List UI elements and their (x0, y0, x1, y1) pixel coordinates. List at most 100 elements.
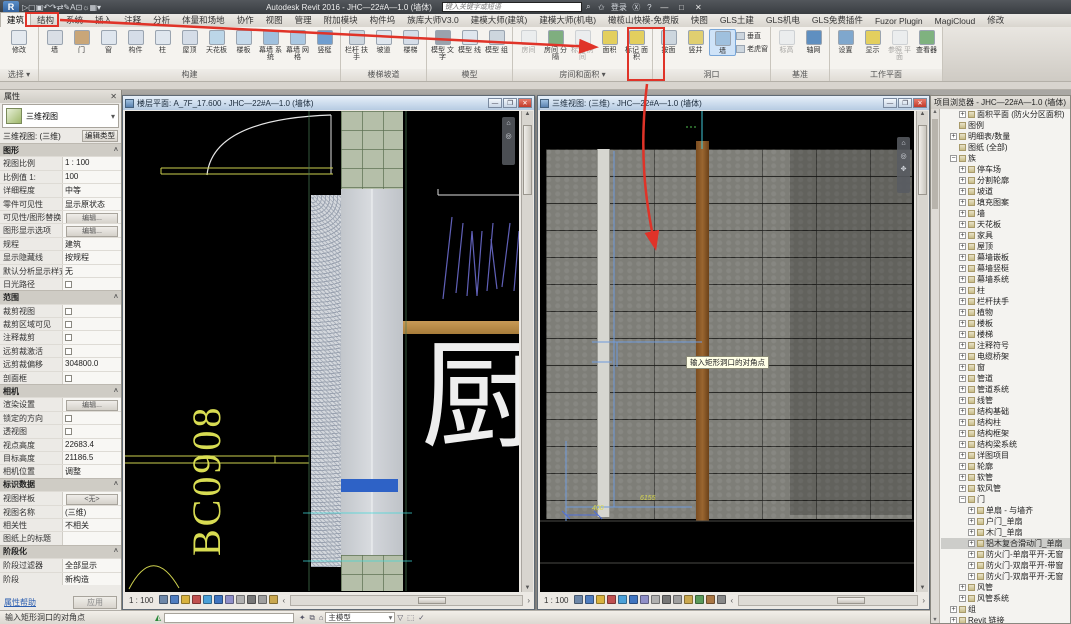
properties-header[interactable]: 属性 ✕ (0, 90, 121, 103)
property-value[interactable]: 22683.4 (62, 438, 121, 451)
view-control-icon-7[interactable] (651, 595, 661, 604)
property-checkbox[interactable] (65, 414, 72, 422)
tree-item-Revit 链接[interactable]: + Revit 链接 (941, 615, 1070, 623)
expand-icon[interactable]: + (968, 529, 975, 536)
ribbon-button-标记面积[interactable]: 标记 面积 (623, 29, 650, 61)
expand-icon[interactable]: + (959, 419, 966, 426)
view-control-icon-1[interactable] (170, 595, 180, 604)
browser-scrollbar[interactable]: ▲ ▼ (931, 109, 940, 623)
collapse-icon[interactable]: ˄ (114, 481, 118, 488)
expand-icon[interactable]: + (959, 595, 966, 602)
property-group-相机[interactable]: 相机 ˄ (0, 384, 121, 398)
scroll-left-icon[interactable]: ‹ (730, 596, 733, 605)
expand-icon[interactable]: + (959, 375, 966, 382)
property-value[interactable] (62, 425, 121, 438)
tab-GLS土建[interactable]: GLS土建 (714, 13, 760, 27)
ribbon-button-竖梃[interactable]: 竖梃 (311, 29, 338, 54)
minimize-icon[interactable]: — (883, 98, 897, 108)
tree-item-幕墙竖梃[interactable]: + 幕墙竖梃 (941, 263, 1070, 274)
tab-建筑[interactable]: 建筑 (0, 12, 32, 27)
qat-icon-4[interactable]: ↷ (50, 3, 57, 12)
property-value[interactable] (62, 411, 121, 425)
expand-icon[interactable]: + (959, 199, 966, 206)
tree-item-结构梁系统[interactable]: + 结构梁系统 (941, 439, 1070, 450)
property-value[interactable]: 无 (62, 264, 121, 277)
ribbon-button-天花板[interactable]: 天花板 (203, 29, 230, 54)
ribbon-button-楼梯[interactable]: 楼梯 (397, 29, 424, 54)
expand-icon[interactable]: + (959, 210, 966, 217)
close-icon[interactable]: ✕ (110, 92, 117, 101)
tab-建模大师(机电)[interactable]: 建模大师(机电) (533, 13, 602, 27)
scroll-right-icon[interactable]: › (527, 596, 530, 605)
tab-结构[interactable]: 结构 (31, 13, 60, 27)
ribbon-button-面积[interactable]: 面积 (596, 29, 623, 54)
tree-item-软风管[interactable]: + 软风管 (941, 483, 1070, 494)
ribbon-button-楼板[interactable]: 楼板 (230, 29, 257, 54)
ribbon-button-构件[interactable]: 构件 (122, 29, 149, 54)
floor-plan-canvas[interactable]: BC0908 厨 ⌂ ◎ (125, 111, 519, 592)
collapse-icon[interactable]: ˄ (114, 548, 118, 555)
tab-构件坞[interactable]: 构件坞 (364, 13, 402, 27)
ribbon-button-柱[interactable]: 柱 (149, 29, 176, 54)
tab-GLS机电[interactable]: GLS机电 (760, 13, 806, 27)
tree-item-面积平面 (防火分区面积)[interactable]: + 面积平面 (防火分区面积) (941, 109, 1070, 120)
tab-体量和场地[interactable]: 体量和场地 (176, 13, 231, 27)
property-value[interactable]: 不相关 (62, 518, 121, 532)
tree-item-植物[interactable]: + 植物 (941, 307, 1070, 318)
expand-icon[interactable]: + (959, 298, 966, 305)
collapse-icon[interactable]: − (959, 496, 966, 503)
collapse-icon[interactable]: − (950, 155, 957, 162)
property-edit-button[interactable]: 编辑... (66, 400, 118, 411)
tree-item-天花板[interactable]: + 天花板 (941, 219, 1070, 230)
vertical-scrollbar[interactable]: ▲ ▼ (916, 111, 928, 592)
ribbon-button-参照平面[interactable]: 参照 平面 (886, 29, 913, 61)
ribbon-button-坡道[interactable]: 坡道 (370, 29, 397, 54)
ribbon-button-竖井[interactable]: 竖井 (682, 29, 709, 54)
exchange-apps-icon[interactable]: Ⓧ (630, 2, 643, 13)
property-value[interactable]: 编辑... (62, 224, 121, 237)
tree-item-风管[interactable]: + 风管 (941, 582, 1070, 593)
qat-icon-11[interactable]: ▾ (97, 3, 101, 12)
ribbon-button-幕墙网格[interactable]: 幕墙 网格 (284, 29, 311, 61)
property-value[interactable]: 中等 (62, 184, 121, 197)
expand-icon[interactable]: + (959, 408, 966, 415)
expand-icon[interactable]: + (968, 540, 975, 547)
property-edit-button[interactable]: 编辑... (66, 212, 118, 224)
tab-视图[interactable]: 视图 (260, 13, 289, 27)
status-right-icon-0[interactable]: ▽ (397, 613, 403, 622)
qat-icon-10[interactable]: ▦ (89, 3, 97, 12)
expand-icon[interactable]: + (950, 606, 957, 613)
view-control-icon-5[interactable] (629, 595, 639, 604)
view-control-icon-10[interactable] (269, 595, 279, 604)
tree-item-户门_单扇[interactable]: + 户门_单扇 (941, 516, 1070, 527)
search-icon[interactable]: ⌕ (582, 2, 595, 12)
status-right-icon-2[interactable]: ✓ (418, 613, 424, 622)
tab-GLS免费插件[interactable]: GLS免费插件 (806, 13, 869, 27)
tree-item-注释符号[interactable]: + 注释符号 (941, 340, 1070, 351)
expand-icon[interactable]: + (959, 111, 966, 118)
scale-label[interactable]: 1 : 100 (544, 596, 568, 605)
search-input[interactable] (441, 2, 582, 12)
ribbon-button-窗[interactable]: 窗 (95, 29, 122, 54)
tree-item-窗[interactable]: + 窗 (941, 362, 1070, 373)
expand-icon[interactable]: + (968, 507, 975, 514)
expand-icon[interactable]: + (959, 188, 966, 195)
help-icon[interactable]: ? (643, 3, 656, 12)
property-checkbox[interactable] (65, 307, 72, 315)
view-control-icon-11[interactable] (695, 595, 705, 604)
expand-icon[interactable]: + (959, 254, 966, 261)
property-value[interactable]: 100 (62, 170, 121, 184)
ribbon-button-房间分隔[interactable]: 房间 分隔 (542, 29, 569, 61)
property-checkbox[interactable] (65, 334, 72, 342)
ribbon-button-模型线[interactable]: 模型 线 (456, 29, 483, 54)
expand-icon[interactable]: + (959, 287, 966, 294)
expand-icon[interactable]: + (959, 177, 966, 184)
expand-icon[interactable]: + (968, 573, 975, 580)
tree-item-组[interactable]: + 组 (941, 604, 1070, 615)
project-browser-header[interactable]: 项目浏览器 - JHC—22#A—1.0 (墙体) (931, 96, 1070, 109)
property-edit-button[interactable]: 编辑... (66, 226, 118, 237)
expand-icon[interactable]: + (959, 309, 966, 316)
tree-item-轮廓[interactable]: + 轮廓 (941, 461, 1070, 472)
tree-item-详图项目[interactable]: + 详图项目 (941, 450, 1070, 461)
maximize-button[interactable]: □ (673, 3, 690, 12)
